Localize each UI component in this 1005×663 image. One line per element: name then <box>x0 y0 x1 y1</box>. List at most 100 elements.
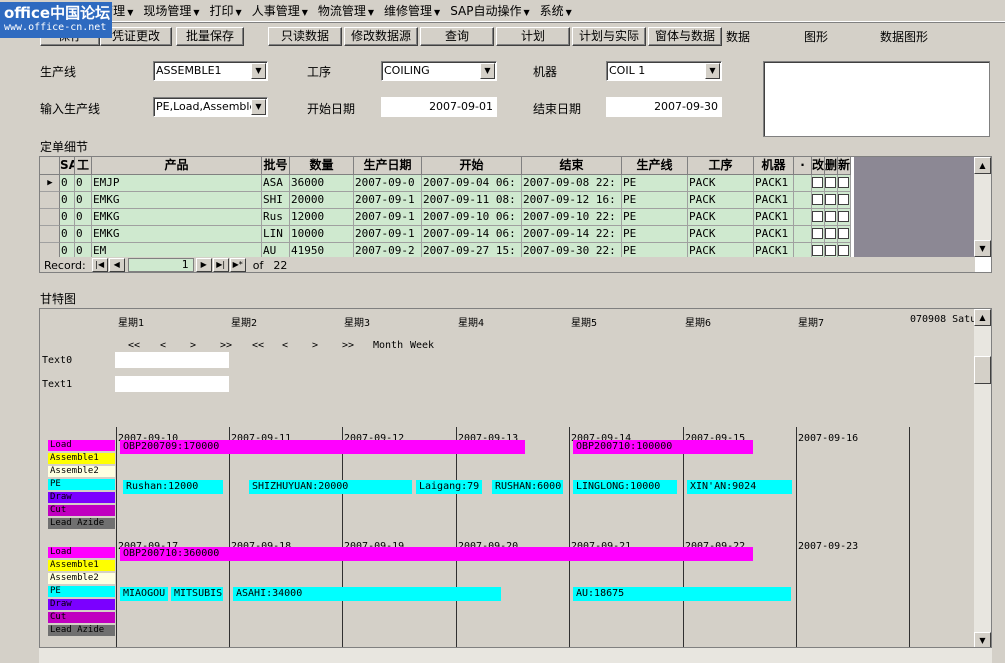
dropdown-arrow-icon[interactable]: ▼ <box>480 63 495 79</box>
nav-prev-week[interactable]: < <box>282 340 288 351</box>
table-cell[interactable]: PE <box>622 226 688 243</box>
table-cell[interactable]: 36000 <box>290 175 354 192</box>
table-cell[interactable]: PACK1 <box>754 175 794 192</box>
table-row[interactable]: 0 0 EMKG LIN 10000 2007-09-1 2007-09-14 06: 200… <box>40 226 851 243</box>
gantt-bar-pe[interactable]: MIAOGOU <box>120 587 168 601</box>
table-cell[interactable]: 2007-09-14 22: <box>522 226 622 243</box>
table-cell[interactable]: PACK1 <box>754 209 794 226</box>
col-header[interactable]: 产品 <box>92 157 262 175</box>
gantt-horizontal-scrollbar[interactable] <box>39 648 992 663</box>
gantt-bar-pe[interactable]: Laigang:79 <box>416 480 482 494</box>
dropdown-arrow-icon[interactable]: ▼ <box>705 63 720 79</box>
table-cell[interactable]: ASA <box>262 175 290 192</box>
table-cell[interactable]: 2007-09-14 06: <box>422 226 522 243</box>
col-header[interactable]: 改 <box>812 157 825 175</box>
scroll-thumb[interactable] <box>974 356 991 384</box>
scroll-down-icon[interactable]: ▼ <box>974 632 991 647</box>
scroll-down-icon[interactable]: ▼ <box>974 240 991 257</box>
col-header[interactable]: 结束 <box>522 157 622 175</box>
gantt-bar-pe[interactable]: SHIZHUYUAN:20000 <box>249 480 412 494</box>
col-header[interactable]: 批号 <box>262 157 290 175</box>
query-button[interactable]: 查询 <box>420 27 494 46</box>
grid-scrollbar[interactable]: ▲ ▼ <box>974 157 991 257</box>
nav-first-week[interactable]: << <box>252 340 264 351</box>
readonly-data-button[interactable]: 只读数据 <box>268 27 342 46</box>
dropdown-arrow-icon[interactable]: ▼ <box>251 63 266 79</box>
table-cell[interactable]: 2007-09-04 06: <box>422 175 522 192</box>
table-cell[interactable]: 2007-09-1 <box>354 226 422 243</box>
col-header[interactable]: 新 <box>838 157 851 175</box>
gantt-bar-pe[interactable]: AU:18675 <box>573 587 791 601</box>
notes-box[interactable] <box>763 61 990 137</box>
table-cell[interactable]: 0 <box>60 192 75 209</box>
checkbox[interactable] <box>825 228 836 239</box>
input-line-select[interactable]: PE,Load,Assemble1 ▼ <box>153 97 268 117</box>
table-cell[interactable]: 0 <box>60 209 75 226</box>
text0-field[interactable] <box>115 352 229 368</box>
row-selector[interactable] <box>40 226 60 243</box>
table-cell[interactable]: PACK <box>688 192 754 209</box>
table-cell[interactable]: 2007-09-08 22: <box>522 175 622 192</box>
checkbox[interactable] <box>812 211 823 222</box>
menu-hr[interactable]: 人事管理 ▼ <box>247 1 313 21</box>
checkbox[interactable] <box>825 211 836 222</box>
gantt-bar-pe[interactable]: ASAHI:34000 <box>233 587 501 601</box>
table-cell[interactable]: PACK1 <box>754 192 794 209</box>
checkbox[interactable] <box>825 245 836 256</box>
scroll-up-icon[interactable]: ▲ <box>974 157 991 174</box>
gantt-bar-load[interactable]: OBP200709:170000 <box>120 440 525 454</box>
table-cell[interactable]: PACK <box>688 226 754 243</box>
form-data-button[interactable]: 窗体与数据 <box>648 27 722 46</box>
first-record-icon[interactable]: |◀ <box>91 258 108 272</box>
col-header[interactable]: 工序 <box>688 157 754 175</box>
menu-sap[interactable]: SAP自动操作 ▼ <box>445 1 534 21</box>
table-cell[interactable]: 2007-09-1 <box>354 209 422 226</box>
gantt-bar-pe[interactable]: LINGLONG:10000 <box>573 480 677 494</box>
next-record-icon[interactable]: ▶ <box>195 258 212 272</box>
table-cell[interactable]: 2007-09-1 <box>354 192 422 209</box>
text1-field[interactable] <box>115 376 229 392</box>
table-cell[interactable]: PACK <box>688 175 754 192</box>
col-header[interactable]: SA <box>60 157 75 175</box>
table-cell[interactable]: 0 <box>60 175 75 192</box>
table-cell[interactable]: 2007-09-12 16: <box>522 192 622 209</box>
checkbox[interactable] <box>812 228 823 239</box>
record-number-field[interactable]: 1 <box>127 258 194 272</box>
col-header[interactable]: 机器 <box>754 157 794 175</box>
scroll-up-icon[interactable]: ▲ <box>974 309 991 326</box>
tab-data[interactable]: 数据 <box>726 28 750 45</box>
table-cell[interactable]: 2007-09-10 22: <box>522 209 622 226</box>
batch-save-button[interactable]: 批量保存 <box>176 27 244 46</box>
table-cell[interactable]: EMKG <box>92 192 262 209</box>
plan-actual-button[interactable]: 计划与实际 <box>572 27 646 46</box>
checkbox[interactable] <box>838 228 849 239</box>
table-cell[interactable]: Rus <box>262 209 290 226</box>
modify-source-button[interactable]: 修改数据源 <box>344 27 418 46</box>
table-cell[interactable]: 0 <box>75 175 92 192</box>
nav-next-month[interactable]: > <box>190 340 196 351</box>
table-cell[interactable]: 0 <box>75 226 92 243</box>
col-header[interactable]: 生产日期 <box>354 157 422 175</box>
table-cell[interactable]: 2007-09-11 08: <box>422 192 522 209</box>
tab-data-graph[interactable]: 数据图形 <box>880 28 928 45</box>
table-cell[interactable]: 0 <box>60 226 75 243</box>
nav-prev-month[interactable]: < <box>160 340 166 351</box>
gantt-bar-load[interactable]: OBP200710:100000 <box>573 440 753 454</box>
checkbox[interactable] <box>812 194 823 205</box>
process-select[interactable]: COILING ▼ <box>381 61 497 81</box>
table-cell[interactable]: EMJP <box>92 175 262 192</box>
col-header[interactable]: 工 <box>75 157 92 175</box>
table-cell[interactable]: EMKG <box>92 209 262 226</box>
checkbox[interactable] <box>838 211 849 222</box>
line-select[interactable]: ASSEMBLE1 ▼ <box>153 61 268 81</box>
table-cell[interactable]: 2007-09-10 06: <box>422 209 522 226</box>
row-selector[interactable]: ▶ <box>40 175 60 192</box>
gantt-bar-pe[interactable]: Rushan:12000 <box>123 480 223 494</box>
table-cell[interactable]: PE <box>622 209 688 226</box>
table-row[interactable]: ▶ 0 0 EMJP ASA 36000 2007-09-0 2007-09-04 06: 20… <box>40 175 851 192</box>
menu-site[interactable]: 现场管理 ▼ <box>138 1 204 21</box>
col-header[interactable]: · <box>794 157 812 175</box>
table-cell[interactable]: SHI <box>262 192 290 209</box>
checkbox[interactable] <box>838 177 849 188</box>
col-header[interactable]: 数量 <box>290 157 354 175</box>
